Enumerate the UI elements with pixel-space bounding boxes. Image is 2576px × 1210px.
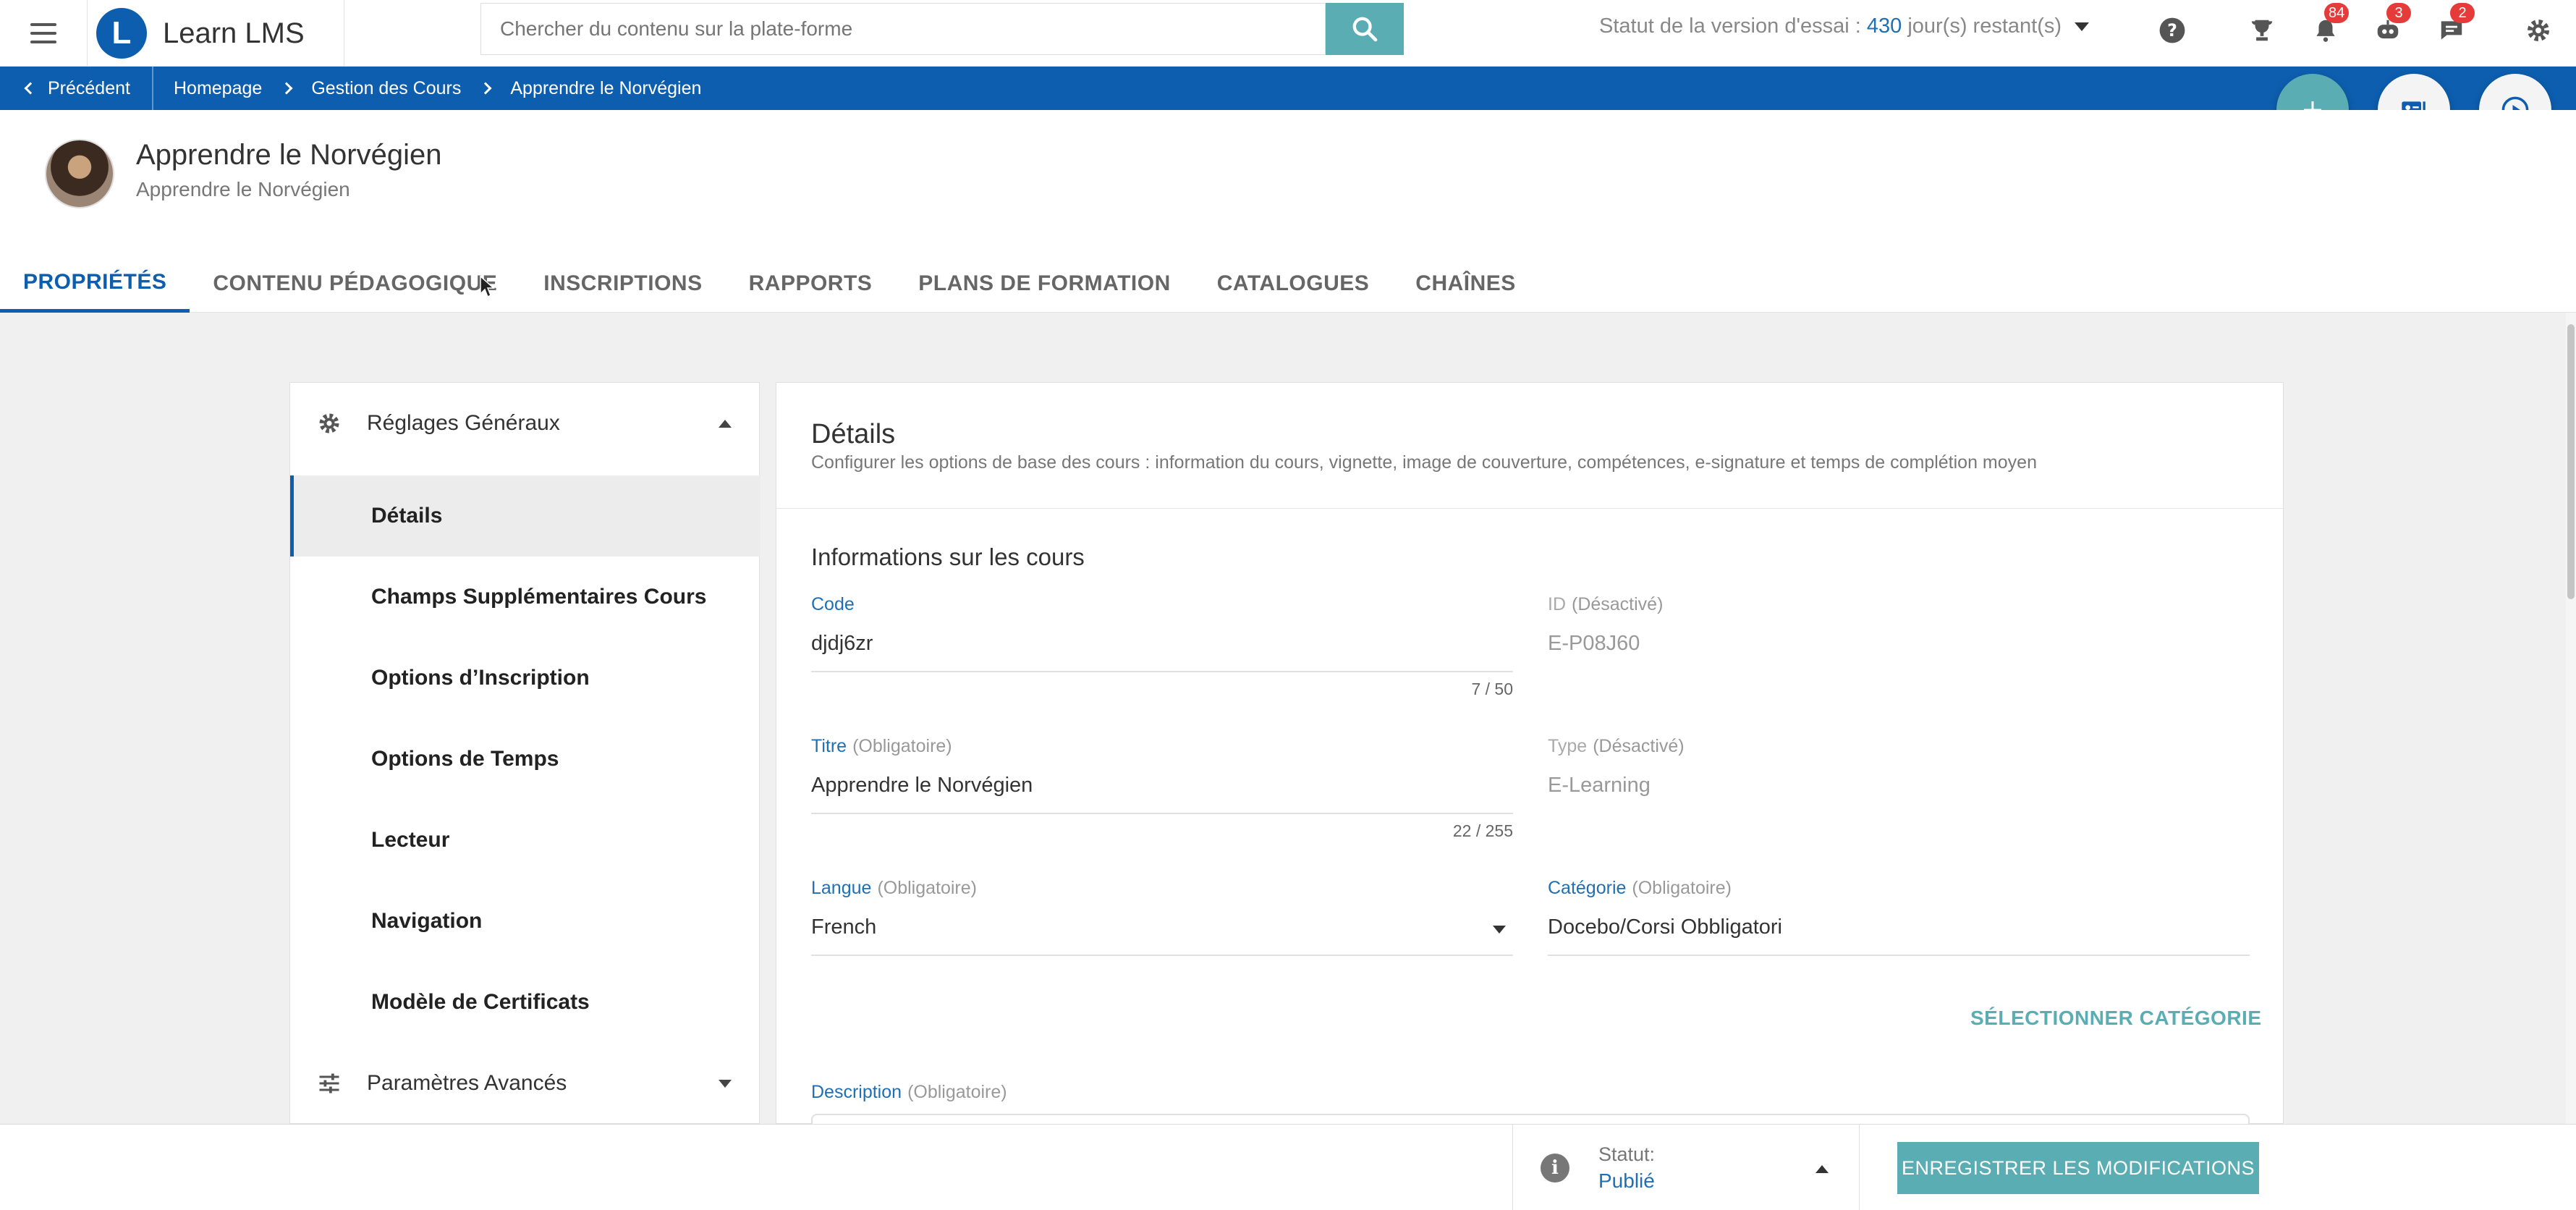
breadcrumb-course-management[interactable]: Gestion des Cours: [311, 78, 461, 99]
sidebar-group-label: Paramètres Avancés: [367, 1071, 567, 1095]
tab-reports[interactable]: RAPPORTS: [726, 255, 896, 313]
breadcrumb-home[interactable]: Homepage: [174, 78, 262, 99]
settings-sidebar: Réglages Généraux Détails Champs Supplém…: [289, 382, 760, 1124]
sidebar-item-details[interactable]: Détails: [290, 475, 760, 557]
bell-icon[interactable]: 84: [2310, 3, 2350, 46]
page-scrollbar[interactable]: [2566, 313, 2576, 1124]
course-thumbnail: [45, 139, 114, 208]
tab-catalogs[interactable]: CATALOGUES: [1194, 255, 1393, 313]
bell-badge: 84: [2324, 3, 2350, 23]
sidebar-item-player[interactable]: Lecteur: [290, 800, 760, 881]
tab-learning-plans[interactable]: PLANS DE FORMATION: [895, 255, 1193, 313]
chat-icon[interactable]: 2: [2436, 3, 2475, 46]
code-counter: 7 / 50: [1471, 680, 1513, 698]
title-label: Titre (Obligatoire): [811, 736, 952, 756]
sidebar-group-label: Réglages Généraux: [367, 411, 560, 435]
gear-icon: [319, 413, 339, 433]
trial-status[interactable]: Statut de la version d'essai : 430 jour(…: [1599, 14, 2090, 38]
panel-title: Détails: [811, 419, 896, 449]
panel-description: Configurer les options de base des cours…: [811, 452, 2037, 473]
chevron-down-icon: [719, 1079, 732, 1088]
info-icon: i: [1541, 1154, 1569, 1182]
chevron-down-icon[interactable]: [1493, 926, 1506, 934]
code-underline: [811, 671, 1513, 672]
logo-icon: L: [96, 8, 147, 59]
panel-header: Détails Configurer les options de base d…: [776, 383, 2284, 509]
sidebar-item-navigation[interactable]: Navigation: [290, 881, 760, 962]
chevron-right-icon: [280, 82, 293, 95]
course-title: Apprendre le Norvégien: [136, 139, 442, 171]
tab-channels[interactable]: CHAÎNES: [1392, 255, 1539, 313]
gear-icon[interactable]: [2522, 14, 2554, 46]
search-icon: [1352, 17, 1378, 42]
tab-properties[interactable]: PROPRIÉTÉS: [0, 255, 190, 313]
app-logo[interactable]: L Learn LMS: [87, 0, 344, 67]
type-label: Type (Désactivé): [1548, 736, 1685, 756]
status-value: Publié: [1598, 1169, 1655, 1192]
course-subtitle: Apprendre le Norvégien: [136, 178, 350, 200]
trophy-icon[interactable]: [2246, 14, 2278, 46]
help-icon[interactable]: ?: [2156, 14, 2188, 46]
course-tabs: PROPRIÉTÉS CONTENU PÉDAGOGIQUE INSCRIPTI…: [0, 255, 1539, 313]
chat-badge: 2: [2450, 3, 2475, 23]
scrollbar-thumb[interactable]: [2567, 324, 2575, 599]
sliders-icon: [319, 1073, 339, 1093]
chevron-up-icon: [1816, 1165, 1829, 1173]
breadcrumb: Homepage Gestion des Cours Apprendre le …: [174, 67, 701, 110]
trial-prefix: Statut de la version d'essai :: [1599, 14, 1861, 38]
category-label: Catégorie (Obligatoire): [1548, 878, 1732, 898]
tab-learning-content[interactable]: CONTENU PÉDAGOGIQUE: [190, 255, 520, 313]
robot-icon[interactable]: 3: [2372, 3, 2411, 46]
search-field[interactable]: [480, 3, 1326, 55]
svg-text:?: ?: [2167, 20, 2177, 41]
app-name: Learn LMS: [163, 17, 305, 49]
trial-days: 430: [1866, 14, 1902, 38]
select-category-button[interactable]: SÉLECTIONNER CATÉGORIE: [1970, 1007, 2262, 1030]
search-button[interactable]: [1326, 3, 1404, 55]
tab-enrollments[interactable]: INSCRIPTIONS: [520, 255, 725, 313]
category-value: Docebo/Corsi Obbligatori: [1548, 915, 1782, 939]
search-input[interactable]: [481, 4, 1325, 54]
chevron-right-icon: [479, 82, 492, 95]
sidebar-item-extra-fields[interactable]: Champs Supplémentaires Cours: [290, 557, 760, 638]
footer-bar: i Statut: Publié ENREGISTRER LES MODIFIC…: [0, 1124, 2576, 1210]
description-label: Description (Obligatoire): [811, 1082, 1007, 1102]
category-underline: [1548, 955, 2250, 956]
sidebar-item-enrollment-options[interactable]: Options d’Inscription: [290, 638, 760, 719]
sidebar-item-certificate-template[interactable]: Modèle de Certificats: [290, 962, 760, 1043]
id-field: E-P08J60: [1548, 632, 1640, 655]
breadcrumb-bar: Précédent Homepage Gestion des Cours App…: [0, 67, 2576, 110]
trial-dropdown-icon: [2075, 22, 2090, 32]
code-label: Code: [811, 594, 855, 614]
details-panel: Détails Configurer les options de base d…: [776, 382, 2284, 1124]
language-select[interactable]: French: [811, 915, 876, 939]
back-label: Précédent: [48, 77, 130, 98]
chevron-up-icon: [719, 419, 732, 428]
language-underline: [811, 955, 1513, 956]
top-bar: L Learn LMS Statut de la version d'essai…: [0, 0, 2576, 67]
title-input[interactable]: Apprendre le Norvégien: [811, 774, 1033, 798]
code-input[interactable]: djdj6zr: [811, 632, 873, 656]
chevron-left-icon: [24, 82, 37, 95]
trial-suffix: jour(s) restant(s): [1907, 14, 2062, 38]
type-field: E-Learning: [1548, 774, 1651, 797]
back-button[interactable]: Précédent: [0, 67, 153, 110]
sidebar-item-time-options[interactable]: Options de Temps: [290, 719, 760, 800]
status-label: Statut:: [1598, 1143, 1656, 1165]
save-changes-button[interactable]: ENREGISTRER LES MODIFICATIONS: [1897, 1142, 2259, 1194]
section-title: Informations sur les cours: [811, 543, 1085, 570]
language-label: Langue (Obligatoire): [811, 878, 977, 898]
sidebar-group-general[interactable]: Réglages Généraux: [290, 383, 760, 464]
title-underline: [811, 813, 1513, 814]
robot-badge: 3: [2386, 3, 2411, 23]
status-selector[interactable]: i Statut: Publié: [1512, 1125, 1860, 1210]
breadcrumb-current: Apprendre le Norvégien: [510, 77, 702, 98]
title-counter: 22 / 255: [1452, 821, 1513, 840]
cursor-icon: [480, 275, 495, 298]
menu-icon[interactable]: [26, 17, 61, 49]
course-header: Apprendre le Norvégien Apprendre le Norv…: [0, 110, 2576, 313]
sidebar-group-advanced[interactable]: Paramètres Avancés: [290, 1043, 760, 1124]
id-label: ID (Désactivé): [1548, 594, 1664, 614]
description-editor[interactable]: [811, 1114, 2250, 1124]
